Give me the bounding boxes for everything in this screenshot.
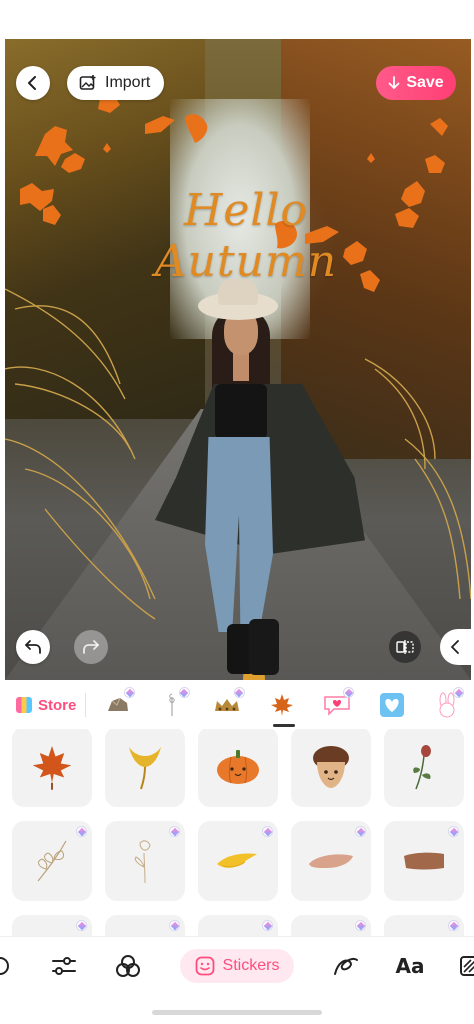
undo-icon [25,640,41,654]
sticker-tile-bag[interactable] [198,915,278,936]
sticker-grid [12,729,464,936]
sticker-tile-tulip-sketch[interactable] [105,821,185,901]
sticker-grid-scroll[interactable] [0,729,474,936]
text-tool-label: Aa [395,954,425,978]
line-art-leaves-sticker [5,288,471,620]
sticker-tile-rose[interactable] [384,729,464,807]
bottom-toolbar: Stickers Aa [0,936,474,994]
yellow-brush-sticker-icon [217,853,257,868]
collapse-panel-button[interactable] [440,629,474,665]
tool-filters[interactable] [112,949,144,983]
premium-gem-icon [169,920,180,931]
premium-gem-icon [76,920,87,931]
sticker-tile-beige-brush[interactable] [291,821,371,901]
sticker-tile-chocolate[interactable] [291,915,371,936]
premium-gem-icon [262,826,273,837]
tulip-sketch-sticker-icon [134,840,151,884]
maple-leaf-icon [271,694,294,716]
stickers-label: Stickers [222,957,280,974]
premium-gem-icon [453,687,465,698]
rock-icon [107,697,128,711]
filters-icon [116,955,140,977]
maple-leaf-sticker-icon [32,746,72,790]
hello-autumn-text-sticker[interactable]: Hello Autumn [101,185,391,287]
chevron-left-icon [451,640,459,654]
photo-canvas[interactable]: Hello Autumn [5,39,471,680]
save-label: Save [406,74,444,91]
tool-edit[interactable] [0,949,20,983]
sticker-tile-acorn[interactable] [291,729,371,807]
beige-brush-sticker-icon [309,854,353,868]
premium-gem-icon [343,687,355,698]
compare-button[interactable] [389,631,421,663]
draw-squiggle-icon [334,958,358,975]
tool-adjust[interactable] [48,949,80,983]
category-wheat[interactable] [145,681,200,729]
sticker-tile-brown-brush[interactable] [384,821,464,901]
category-heart-square[interactable] [364,681,419,729]
wheat-icon [169,693,176,716]
premium-gem-icon [124,687,136,698]
home-indicator [152,1010,322,1015]
tool-draw[interactable] [330,949,362,983]
premium-gem-icon [76,826,87,837]
store-button[interactable]: Store [0,697,85,714]
redo-icon [83,640,99,654]
chevron-left-icon [28,76,36,90]
sticker-overlay[interactable] [5,39,471,680]
category-heart-speech[interactable] [310,681,365,729]
sticker-tile-pretzel[interactable] [12,915,92,936]
pumpkin-sticker-icon [217,750,259,784]
sticker-tile-yellow-brush[interactable] [198,821,278,901]
import-button[interactable]: Import [67,66,165,100]
redo-button[interactable] [74,630,108,664]
background-pattern-icon [460,956,474,976]
edit-tool-icon [0,957,9,975]
premium-gem-icon [355,826,366,837]
rose-sticker-icon [413,745,431,790]
leaf-sketch-sticker-icon [37,840,67,882]
category-maple-leaf[interactable] [255,681,310,729]
category-rock[interactable] [90,681,145,729]
sliders-icon [52,957,76,975]
category-crown[interactable] [200,681,255,729]
heart-square-icon [379,693,404,717]
tool-text[interactable]: Aa [392,949,428,983]
premium-gem-icon [448,826,459,837]
sticker-tile-pumpkin[interactable] [198,729,278,807]
sticker-category-strip: Store [0,681,474,729]
sticker-tile-maple-leaf[interactable] [12,729,92,807]
premium-gem-icon [448,920,459,931]
premium-gem-icon [169,826,180,837]
sticker-tile-croissant[interactable] [105,915,185,936]
ginkgo-leaf-sticker-icon [129,747,161,790]
sticker-tile-cake[interactable] [384,915,464,936]
acorn-sticker-icon [313,746,349,788]
tool-stickers[interactable]: Stickers [180,949,294,983]
image-add-icon [79,75,96,90]
tool-background[interactable] [458,949,474,983]
compare-icon [396,640,414,654]
category-divider [85,693,87,717]
premium-gem-icon [233,687,245,698]
import-label: Import [105,74,151,91]
store-label: Store [38,696,77,714]
premium-gem-icon [355,920,366,931]
premium-gem-icon [262,920,273,931]
premium-gem-icon [178,687,190,698]
editor-screen: Hello Autumn Import Save Store Stickers … [0,0,474,1024]
sticker-tile-ginkgo-leaf[interactable] [105,729,185,807]
sticker-tile-leaf-sketch[interactable] [12,821,92,901]
arrow-down-icon [388,76,400,90]
store-icon [16,697,32,713]
undo-button[interactable] [16,630,50,664]
save-button[interactable]: Save [376,66,456,100]
sticker-smile-icon [195,956,214,976]
crown-icon [215,699,240,711]
back-button[interactable] [16,66,50,100]
brown-brush-sticker-icon [404,852,444,870]
category-bunny[interactable] [419,681,474,729]
